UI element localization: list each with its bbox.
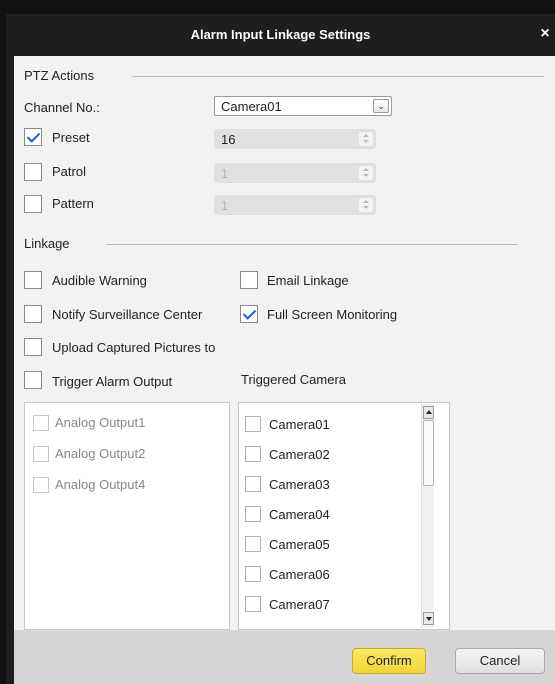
- pattern-stepper[interactable]: 1: [214, 195, 376, 215]
- trigger-output-checkbox[interactable]: [24, 371, 42, 389]
- output-label: Analog Output2: [55, 446, 146, 461]
- ptz-section-label: PTZ Actions: [24, 68, 95, 83]
- camera-list-scrollbar[interactable]: [421, 404, 434, 628]
- upload-pictures-checkbox[interactable]: [24, 338, 42, 356]
- camera-label: Camera06: [269, 567, 330, 582]
- pattern-checkbox[interactable]: [24, 195, 42, 213]
- audible-warning-label: Audible Warning: [52, 273, 147, 288]
- camera-list[interactable]: Camera01 Camera02 Camera03 Camera04 Came…: [238, 402, 450, 630]
- cancel-button[interactable]: Cancel: [455, 648, 545, 674]
- title-bar: Alarm Input Linkage Settings ×: [6, 14, 555, 56]
- patrol-label: Patrol: [52, 164, 86, 179]
- notify-center-label: Notify Surveillance Center: [52, 307, 203, 322]
- preset-value: 16: [221, 132, 236, 147]
- scroll-up-icon[interactable]: [423, 406, 434, 419]
- email-linkage-label: Email Linkage: [267, 273, 349, 288]
- spinner-arrows-icon[interactable]: [359, 132, 373, 146]
- triggered-camera-label: Triggered Camera: [241, 372, 347, 387]
- scroll-thumb[interactable]: [423, 420, 434, 486]
- output-label: Analog Output1: [55, 415, 146, 430]
- list-item[interactable]: Camera05: [239, 536, 435, 566]
- close-icon[interactable]: ×: [537, 25, 553, 43]
- linkage-section-divider: [106, 244, 518, 245]
- camera-checkbox[interactable]: [245, 536, 261, 552]
- upload-pictures-label: Upload Captured Pictures to: [52, 340, 216, 355]
- full-screen-label: Full Screen Monitoring: [267, 307, 398, 322]
- ptz-section-divider: [132, 76, 544, 77]
- output-checkbox[interactable]: [33, 477, 49, 493]
- spinner-arrows-icon[interactable]: [359, 166, 373, 180]
- list-item[interactable]: Camera07: [239, 596, 435, 626]
- camera-label: Camera02: [269, 447, 330, 462]
- audible-warning-checkbox[interactable]: [24, 271, 42, 289]
- patrol-checkbox[interactable]: [24, 163, 42, 181]
- dialog-content: PTZ Actions Channel No.: Camera01 ⌄ Pres…: [14, 56, 555, 630]
- camera-label: Camera07: [269, 597, 330, 612]
- camera-checkbox[interactable]: [245, 416, 261, 432]
- list-item[interactable]: Camera04: [239, 506, 435, 536]
- list-item[interactable]: Camera02: [239, 446, 435, 476]
- camera-checkbox[interactable]: [245, 506, 261, 522]
- list-item[interactable]: Camera06: [239, 566, 435, 596]
- pattern-value: 1: [221, 198, 229, 213]
- camera-label: Camera03: [269, 477, 330, 492]
- preset-stepper[interactable]: 16: [214, 129, 376, 149]
- channel-label: Channel No.:: [24, 100, 100, 115]
- confirm-button[interactable]: Confirm: [352, 648, 426, 674]
- camera-checkbox[interactable]: [245, 566, 261, 582]
- notify-center-checkbox[interactable]: [24, 305, 42, 323]
- preset-label: Preset: [52, 130, 90, 145]
- dialog-title: Alarm Input Linkage Settings: [190, 27, 371, 42]
- full-screen-checkbox[interactable]: [240, 305, 258, 323]
- list-item[interactable]: Analog Output1: [25, 415, 229, 445]
- patrol-value: 1: [221, 166, 229, 181]
- scroll-down-icon[interactable]: [423, 612, 434, 625]
- spinner-arrows-icon[interactable]: [359, 198, 373, 212]
- linkage-section-label: Linkage: [24, 236, 70, 251]
- camera-checkbox[interactable]: [245, 476, 261, 492]
- list-item[interactable]: Analog Output4: [25, 477, 229, 507]
- alarm-output-list[interactable]: Analog Output1 Analog Output2 Analog Out…: [24, 402, 230, 630]
- camera-checkbox[interactable]: [245, 596, 261, 612]
- output-checkbox[interactable]: [33, 446, 49, 462]
- output-checkbox[interactable]: [33, 415, 49, 431]
- camera-label: Camera01: [269, 417, 330, 432]
- email-linkage-checkbox[interactable]: [240, 271, 258, 289]
- dialog-footer: Confirm Cancel: [14, 630, 555, 684]
- output-label: Analog Output4: [55, 477, 146, 492]
- preset-checkbox[interactable]: [24, 128, 42, 146]
- trigger-output-label: Trigger Alarm Output: [52, 374, 173, 389]
- camera-checkbox[interactable]: [245, 446, 261, 462]
- pattern-label: Pattern: [52, 196, 94, 211]
- list-item[interactable]: Camera03: [239, 476, 435, 506]
- list-item[interactable]: Analog Output2: [25, 446, 229, 476]
- camera-label: Camera05: [269, 537, 330, 552]
- list-item[interactable]: Camera01: [239, 416, 435, 446]
- channel-value: Camera01: [221, 99, 282, 114]
- alarm-linkage-dialog: Alarm Input Linkage Settings × PTZ Actio…: [6, 14, 555, 684]
- channel-select[interactable]: Camera01 ⌄: [214, 96, 392, 116]
- chevron-down-icon[interactable]: ⌄: [373, 99, 389, 113]
- camera-label: Camera04: [269, 507, 330, 522]
- patrol-stepper[interactable]: 1: [214, 163, 376, 183]
